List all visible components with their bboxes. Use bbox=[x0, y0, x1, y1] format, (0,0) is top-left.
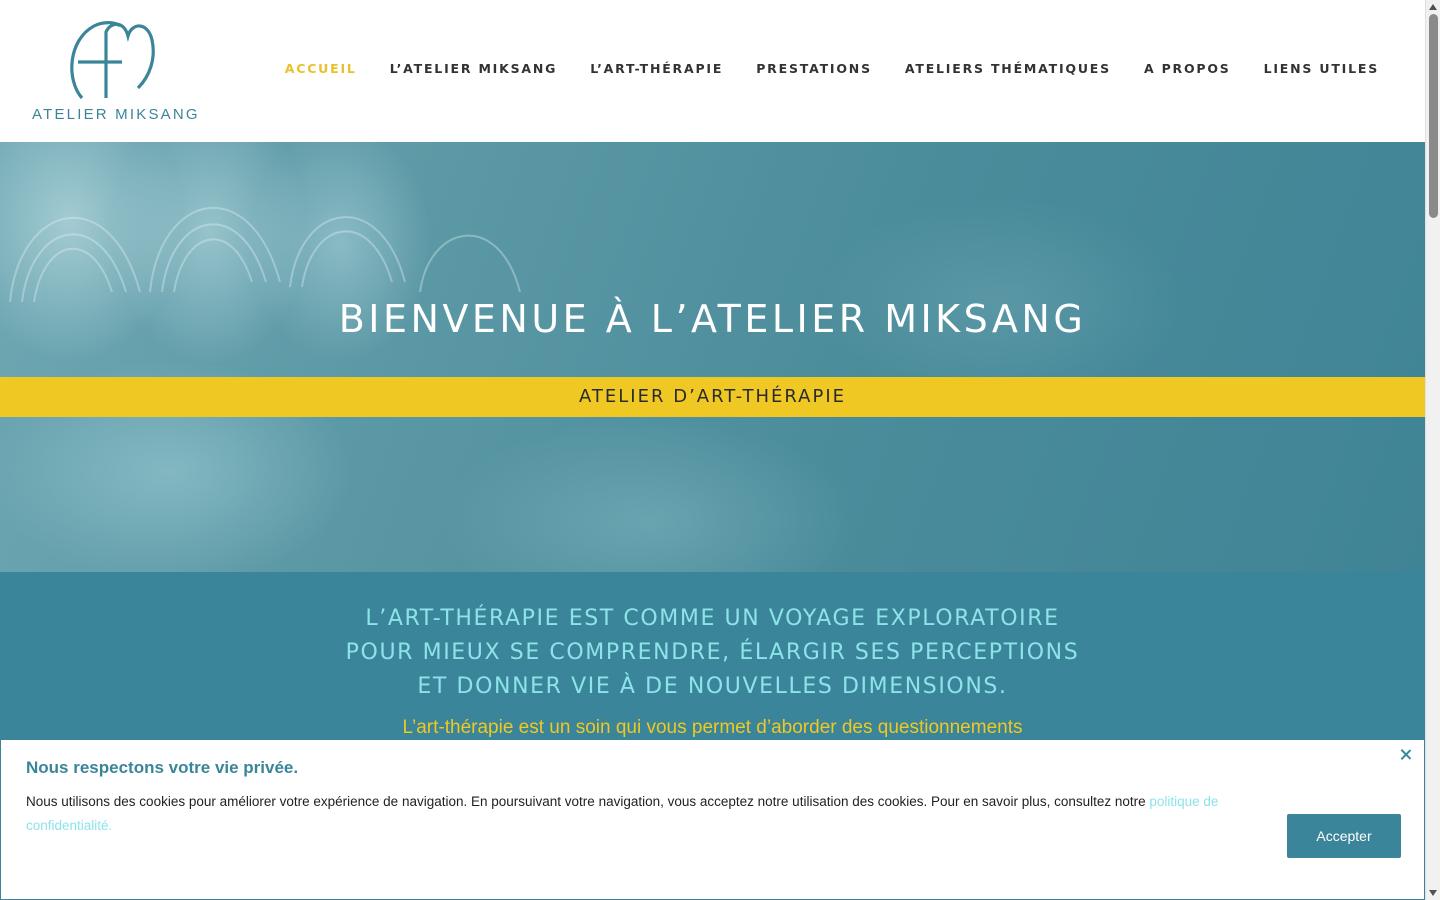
page-scrollbar[interactable] bbox=[1425, 0, 1440, 900]
main-navigation: ACCUEIL L’ATELIER MIKSANG L’ART-THÉRAPIE… bbox=[285, 61, 1379, 76]
close-icon[interactable] bbox=[1398, 747, 1414, 763]
accept-cookies-button[interactable]: Accepter bbox=[1287, 814, 1401, 858]
am-monogram-logo bbox=[70, 21, 155, 100]
intro-heading-line: L’ART-THÉRAPIE EST COMME UN VOYAGE EXPLO… bbox=[365, 606, 1060, 631]
cookie-title: Nous respectons votre vie privée. bbox=[26, 758, 299, 777]
cookie-message: Nous utilisons des cookies pour améliore… bbox=[26, 790, 1236, 838]
nav-a-propos[interactable]: A PROPOS bbox=[1144, 61, 1231, 76]
site-header: ATELIER MIKSANG ACCUEIL L’ATELIER MIKSAN… bbox=[0, 0, 1425, 142]
cookie-message-text: Nous utilisons des cookies pour améliore… bbox=[26, 794, 1150, 809]
nav-prestations[interactable]: PRESTATIONS bbox=[756, 61, 872, 76]
hero-subtitle: ATELIER D’ART-THÉRAPIE bbox=[578, 386, 847, 407]
scrollbar-thumb[interactable] bbox=[1429, 14, 1438, 218]
nav-atelier-miksang[interactable]: L’ATELIER MIKSANG bbox=[390, 61, 558, 76]
hero-banner: BIENVENUE À L’ATELIER MIKSANG ATELIER D’… bbox=[0, 142, 1425, 572]
intro-heading-line: ET DONNER VIE À DE NOUVELLES DIMENSIONS. bbox=[417, 674, 1008, 699]
intro-paragraph: L’art-thérapie est un soin qui vous perm… bbox=[402, 717, 1023, 738]
scroll-down-arrow-icon[interactable] bbox=[1429, 890, 1437, 896]
nav-ateliers-thematiques[interactable]: ATELIERS THÉMATIQUES bbox=[905, 61, 1111, 76]
nav-liens-utiles[interactable]: LIENS UTILES bbox=[1264, 61, 1379, 76]
logo-wordmark: ATELIER MIKSANG bbox=[32, 106, 200, 123]
site-logo[interactable]: ATELIER MIKSANG bbox=[28, 18, 198, 126]
intro-heading: L’ART-THÉRAPIE EST COMME UN VOYAGE EXPLO… bbox=[0, 602, 1425, 704]
scroll-up-arrow-icon[interactable] bbox=[1429, 4, 1437, 10]
cookie-banner: Nous respectons votre vie privée. Nous u… bbox=[0, 739, 1425, 900]
intro-heading-line: POUR MIEUX SE COMPRENDRE, ÉLARGIR SES PE… bbox=[345, 640, 1080, 665]
nav-accueil[interactable]: ACCUEIL bbox=[285, 61, 357, 76]
nav-art-therapie[interactable]: L’ART-THÉRAPIE bbox=[590, 61, 723, 76]
hero-title: BIENVENUE À L’ATELIER MIKSANG bbox=[338, 297, 1087, 341]
